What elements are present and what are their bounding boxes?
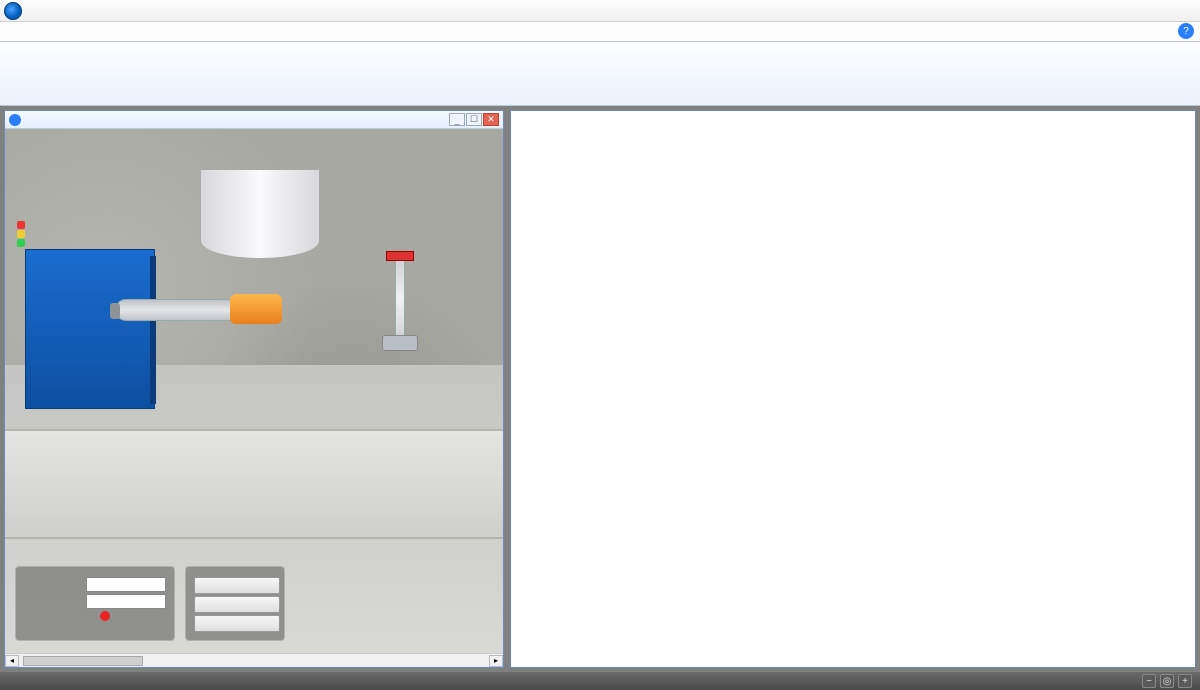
port-input[interactable] [86,594,166,609]
viewport-min-button[interactable]: _ [449,113,465,126]
night-time-button[interactable] [194,596,280,613]
switch-camera-button[interactable] [194,577,280,594]
stack-light-icon [17,221,25,248]
minimize-button[interactable] [1080,0,1120,22]
server-config-panel [15,566,175,641]
viewport-titlebar[interactable]: _ ☐ ✕ [5,111,503,129]
title-bar [0,0,1200,22]
pick-and-place [380,259,420,339]
reset-scene-button[interactable] [194,615,280,632]
help-icon[interactable]: ? [1178,23,1194,39]
connection-status-icon [100,611,110,621]
actuator-tip [230,294,282,324]
close-button[interactable] [1160,0,1200,22]
conveyor [5,429,503,539]
hopper [200,169,320,259]
scroll-left-icon[interactable]: ◂ [5,655,19,667]
status-bar: − ◎ + [0,672,1200,690]
schematic-panel [510,110,1196,668]
ribbon [0,42,1200,106]
viewport-scrollbar[interactable]: ◂ ▸ [5,653,503,667]
machine-housing [25,249,155,409]
zoom-out-button[interactable]: − [1142,674,1156,688]
zoom-in-button[interactable]: + [1178,674,1192,688]
ip-input[interactable] [86,577,166,592]
scroll-right-icon[interactable]: ▸ [489,655,503,667]
maximize-button[interactable] [1120,0,1160,22]
tools-panel [185,566,285,641]
hud [15,566,285,641]
menu-bar: ? [0,22,1200,42]
schematic-canvas[interactable] [511,111,1195,667]
viewport-body[interactable] [5,129,503,653]
viewport-max-button[interactable]: ☐ [466,113,482,126]
workspace: _ ☐ ✕ [0,106,1200,672]
scroll-thumb[interactable] [23,656,143,666]
zoom-fit-button[interactable]: ◎ [1160,674,1174,688]
window-controls [1080,0,1200,22]
viewport-close-button[interactable]: ✕ [483,113,499,126]
app-logo-icon [4,2,22,20]
viewport-icon [9,114,21,126]
viewport-panel: _ ☐ ✕ [4,110,504,668]
